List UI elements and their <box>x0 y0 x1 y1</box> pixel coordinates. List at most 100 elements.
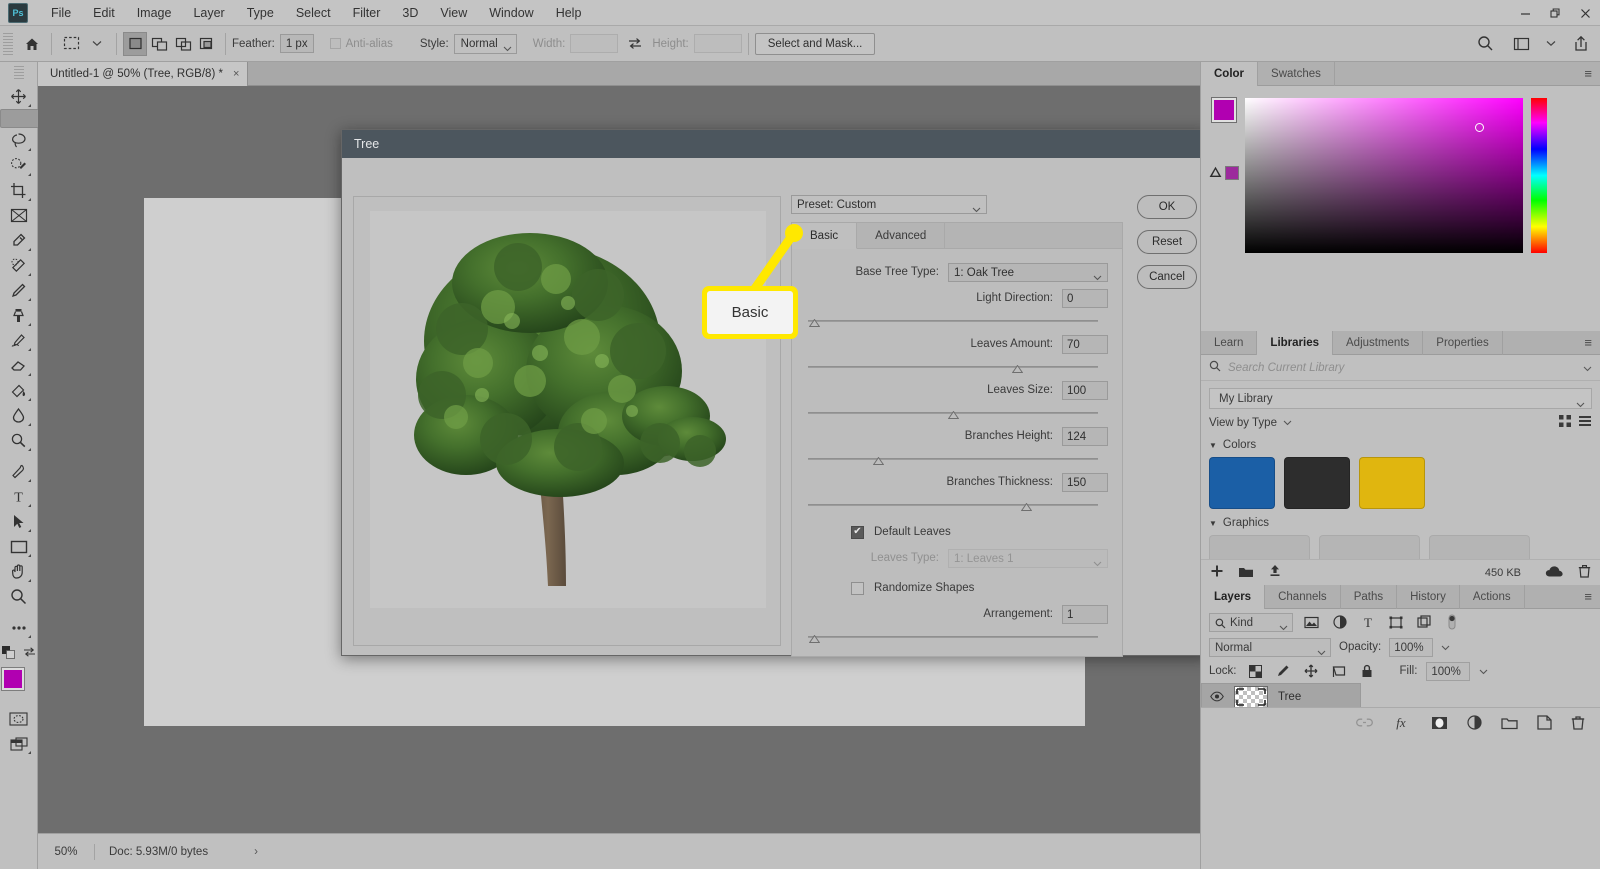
lock-transparent-icon[interactable] <box>1246 662 1265 681</box>
slider-thumb[interactable] <box>1020 500 1032 511</box>
visibility-eye-icon[interactable] <box>1210 691 1224 702</box>
layer-row-tree[interactable]: Tree <box>1201 683 1361 710</box>
blend-mode-select[interactable]: Normal <box>1209 637 1331 657</box>
graphics-section-header[interactable]: ▼ Graphics <box>1201 509 1600 532</box>
library-graphic-item[interactable] <box>1319 535 1420 559</box>
history-brush-tool[interactable] <box>4 328 34 353</box>
fx-icon[interactable]: fx <box>1392 715 1412 730</box>
slider-thumb[interactable] <box>808 316 821 327</box>
tab-libraries[interactable]: Libraries <box>1257 331 1333 355</box>
library-search-row[interactable]: Search Current Library <box>1201 355 1600 381</box>
library-color-swatch[interactable] <box>1284 457 1350 509</box>
hue-strip[interactable] <box>1531 98 1547 253</box>
status-expand-icon[interactable]: › <box>254 846 258 858</box>
anti-alias-checkbox[interactable] <box>329 38 341 49</box>
color-field-marker[interactable] <box>1475 123 1484 132</box>
tab-learn[interactable]: Learn <box>1201 331 1258 355</box>
home-icon[interactable] <box>19 31 45 57</box>
tab-history[interactable]: History <box>1397 585 1460 609</box>
dodge-tool[interactable] <box>4 428 34 453</box>
menu-3d[interactable]: 3D <box>391 2 429 24</box>
new-layer-icon[interactable] <box>1537 715 1552 730</box>
branches-height-input[interactable]: 124 <box>1062 426 1108 446</box>
link-icon[interactable] <box>1356 717 1373 728</box>
edit-toolbar-tool[interactable] <box>4 615 34 640</box>
toolbar-grip[interactable] <box>13 66 24 80</box>
grid-view-icon[interactable] <box>1558 414 1572 431</box>
tab-channels[interactable]: Channels <box>1265 585 1341 609</box>
arrangement-input[interactable]: 1 <box>1062 604 1108 624</box>
fill-input[interactable]: 100% <box>1426 661 1471 681</box>
cloud-icon[interactable] <box>1545 565 1564 581</box>
close-icon[interactable]: × <box>233 68 239 80</box>
tree-preview[interactable] <box>370 211 766 608</box>
layers-panel-menu-icon[interactable]: ≡ <box>1576 585 1600 608</box>
adjustment-filter-icon[interactable] <box>1330 613 1349 632</box>
branches-thickness-input[interactable]: 150 <box>1062 472 1108 492</box>
dialog-title-bar[interactable]: Tree <box>342 130 1209 158</box>
lasso-tool[interactable] <box>4 128 34 153</box>
share-icon[interactable] <box>1568 31 1594 57</box>
menu-view[interactable]: View <box>429 2 478 24</box>
close-icon[interactable] <box>1570 0 1600 26</box>
slider-thumb[interactable] <box>947 408 960 419</box>
tab-color[interactable]: Color <box>1201 62 1259 86</box>
group-icon[interactable] <box>1501 716 1518 730</box>
type-filter-icon[interactable]: T <box>1358 613 1377 632</box>
menu-layer[interactable]: Layer <box>182 2 235 24</box>
library-graphic-item[interactable] <box>1429 535 1530 559</box>
colors-section-header[interactable]: ▼ Colors <box>1201 431 1600 454</box>
restore-icon[interactable] <box>1540 0 1570 26</box>
leaves-size-input[interactable]: 100 <box>1062 380 1108 400</box>
delete-icon[interactable] <box>1571 715 1585 730</box>
tool-preset-chevron-down-icon[interactable] <box>84 31 110 57</box>
arrangement-slider[interactable] <box>808 629 1098 645</box>
feather-input[interactable]: 1 px <box>279 34 314 53</box>
preset-select[interactable]: Preset: Custom <box>791 195 987 214</box>
leaves-size-slider[interactable] <box>808 405 1098 421</box>
clone-stamp-tool[interactable] <box>4 303 34 328</box>
eyedropper-tool[interactable] <box>4 228 34 253</box>
tab-adjustments[interactable]: Adjustments <box>1333 331 1424 355</box>
slider-thumb[interactable] <box>808 632 821 643</box>
branches-height-slider[interactable] <box>808 451 1098 467</box>
select-and-mask-button[interactable]: Select and Mask... <box>754 32 876 55</box>
opacity-input[interactable]: 100% <box>1389 637 1434 657</box>
hand-tool[interactable] <box>4 559 34 584</box>
library-color-swatch[interactable] <box>1359 457 1425 509</box>
move-tool[interactable] <box>4 84 34 109</box>
quick-mask-icon[interactable] <box>4 706 34 731</box>
menu-window[interactable]: Window <box>478 2 544 24</box>
type-tool[interactable]: T <box>4 484 34 509</box>
light-direction-slider[interactable] <box>808 313 1098 329</box>
fill-chevron-down-icon[interactable] <box>1479 664 1488 678</box>
color-field[interactable] <box>1245 98 1523 253</box>
eraser-tool[interactable] <box>4 353 34 378</box>
library-color-swatch[interactable] <box>1209 457 1275 509</box>
pen-tool[interactable] <box>4 459 34 484</box>
randomize-shapes-checkbox[interactable] <box>851 581 864 595</box>
layer-filter-kind-select[interactable]: Kind <box>1209 612 1293 632</box>
tab-basic[interactable]: Basic <box>792 223 858 249</box>
style-select[interactable]: Normal <box>453 33 517 54</box>
marquee-tool-preset-icon[interactable] <box>58 31 84 57</box>
new-selection-button[interactable] <box>123 31 147 56</box>
tab-layers[interactable]: Layers <box>1201 585 1266 609</box>
zoom-tool[interactable] <box>4 584 34 609</box>
leaves-amount-input[interactable]: 70 <box>1062 334 1108 354</box>
shape-filter-icon[interactable] <box>1386 613 1405 632</box>
lock-image-icon[interactable] <box>1274 662 1293 681</box>
brush-tool[interactable] <box>4 278 34 303</box>
search-chevron-down-icon[interactable] <box>1583 361 1592 375</box>
library-search-input[interactable]: Search Current Library <box>1228 362 1344 374</box>
tab-swatches[interactable]: Swatches <box>1258 62 1335 86</box>
menu-edit[interactable]: Edit <box>82 2 126 24</box>
list-view-icon[interactable] <box>1578 414 1592 431</box>
leaves-amount-slider[interactable] <box>808 359 1098 375</box>
add-to-selection-button[interactable] <box>147 32 171 56</box>
ok-button[interactable]: OK <box>1137 195 1197 219</box>
subtract-from-selection-button[interactable] <box>171 32 195 56</box>
color-foreground-swatch[interactable] <box>1211 97 1237 123</box>
reset-button[interactable]: Reset <box>1137 230 1197 254</box>
smart-object-filter-icon[interactable] <box>1414 613 1433 632</box>
